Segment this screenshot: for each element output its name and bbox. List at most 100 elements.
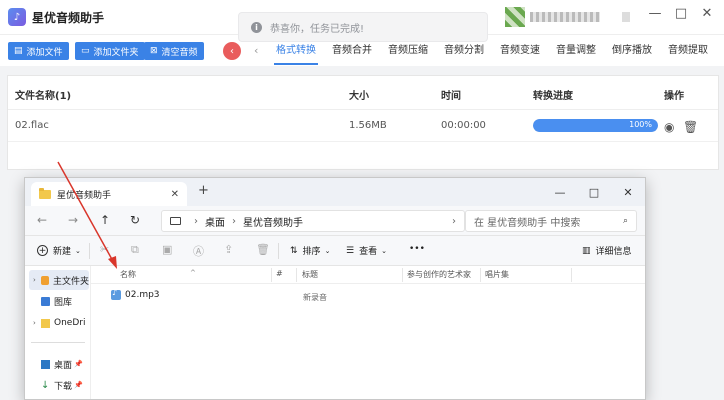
- column-divider[interactable]: [402, 268, 403, 282]
- chevron-right-icon: ›: [33, 319, 36, 327]
- forward-icon[interactable]: →: [68, 213, 78, 227]
- column-divider[interactable]: [571, 268, 572, 282]
- delete-icon[interactable]: 🗑: [256, 243, 270, 256]
- collapse-button[interactable]: ‹: [223, 42, 241, 60]
- search-input[interactable]: 在 星优音频助手 中搜索 ⌕: [465, 210, 637, 232]
- close-button[interactable]: ✕: [611, 178, 645, 206]
- column-divider[interactable]: [480, 268, 481, 282]
- tab-reverse-play[interactable]: 倒序播放: [604, 35, 660, 67]
- progress-label: 100%: [629, 120, 652, 129]
- tab-audio-extract[interactable]: 音频提取: [660, 35, 716, 67]
- up-icon[interactable]: ↑: [100, 213, 110, 227]
- col-title[interactable]: 标题: [302, 269, 318, 280]
- details-pane-icon: ▥: [582, 245, 591, 256]
- command-bar: + 新建 ⌄ ✂ ⧉ ▣ Ⓐ ⇪ 🗑 ⇅ 排序 ⌄ ☰ 查看 ⌄ ••• ▥ 详…: [25, 236, 645, 266]
- search-placeholder: 在 星优音频助手 中搜索: [474, 217, 581, 229]
- refresh-icon[interactable]: ↻: [130, 213, 140, 227]
- divider: [31, 342, 85, 343]
- sort-asc-icon: ^: [190, 269, 196, 277]
- breadcrumb[interactable]: › 桌面 › 星优音频助手 ›: [161, 210, 465, 232]
- file-name: 02.flac: [15, 120, 49, 131]
- close-button[interactable]: ✕: [700, 6, 714, 21]
- pin-icon: 📌: [74, 381, 83, 389]
- new-tab-icon[interactable]: +: [198, 183, 209, 198]
- file-size: 1.56MB: [349, 120, 387, 131]
- progress-fill: 100%: [533, 119, 658, 132]
- maximize-button[interactable]: □: [674, 6, 688, 21]
- file-time: 00:00:00: [441, 120, 486, 131]
- sidebar-item-downloads[interactable]: ↓ 下载 📌: [29, 375, 89, 395]
- explorer-tab[interactable]: 星优音频助手 ✕: [31, 182, 187, 206]
- more-button[interactable]: •••: [409, 244, 425, 254]
- sidebar-item-onedrive[interactable]: › OneDri: [29, 313, 89, 333]
- back-icon[interactable]: ←: [37, 213, 47, 227]
- progress-bar: 100%: [533, 119, 658, 132]
- table-header: 文件名称(1) 大小 时间 转换进度 操作: [8, 76, 718, 110]
- breadcrumb-folder[interactable]: 星优音频助手: [243, 214, 303, 229]
- view-button[interactable]: ☰ 查看 ⌄: [346, 244, 387, 258]
- sort-label: 排序: [302, 247, 321, 257]
- download-icon: ↓: [41, 379, 50, 391]
- minimize-button[interactable]: —: [543, 178, 577, 206]
- info-icon: i: [251, 21, 262, 33]
- col-album[interactable]: 唱片集: [485, 269, 509, 280]
- col-artist[interactable]: 参与创作的艺术家: [407, 269, 471, 280]
- chevron-right-icon: ›: [452, 215, 456, 227]
- sidebar-item-desktop[interactable]: 桌面 📌: [29, 354, 89, 374]
- minimize-button[interactable]: —: [648, 6, 662, 21]
- column-divider[interactable]: [271, 268, 272, 282]
- sidebar-item-label: OneDri: [54, 318, 86, 328]
- sort-icon: ⇅: [290, 245, 298, 256]
- share-icon[interactable]: ⇪: [224, 243, 233, 256]
- breadcrumb-desktop[interactable]: 桌面: [205, 214, 225, 229]
- explorer-body: › 主文件夹 图库 › OneDri 桌面 📌 ↓ 下载 📌 ^ 名称 # 标题…: [25, 266, 645, 399]
- rename-icon[interactable]: Ⓐ: [193, 243, 204, 259]
- column-divider[interactable]: [296, 268, 297, 282]
- eye-icon[interactable]: ◉: [664, 120, 674, 134]
- app-logo-icon: ♪: [8, 8, 26, 26]
- avatar[interactable]: [505, 7, 525, 27]
- sidebar-item-home[interactable]: › 主文件夹: [29, 270, 89, 290]
- monitor-icon: [170, 217, 181, 225]
- cut-icon[interactable]: ✂: [100, 243, 109, 256]
- chevron-down-icon: ⌄: [381, 246, 387, 255]
- sidebar-item-label: 主文件夹: [52, 276, 89, 287]
- clear-audio-button[interactable]: ⊠ 清空音频: [144, 42, 204, 60]
- details-button[interactable]: ▥ 详细信息: [582, 244, 632, 258]
- tab-close-icon[interactable]: ✕: [171, 189, 179, 200]
- add-folder-button[interactable]: ▭ 添加文件夹: [75, 42, 145, 60]
- user-extra-blurred: [622, 12, 630, 22]
- col-number[interactable]: #: [276, 269, 283, 278]
- file-title: 新录音: [303, 293, 327, 302]
- sort-button[interactable]: ⇅ 排序 ⌄: [290, 244, 331, 258]
- tab-audio-speed[interactable]: 音频变速: [492, 35, 548, 67]
- new-button[interactable]: + 新建 ⌄: [37, 244, 81, 257]
- folder-icon: ▭: [81, 46, 90, 56]
- copy-icon[interactable]: ⧉: [131, 243, 139, 257]
- view-icon: ☰: [346, 245, 355, 256]
- tab-volume-adjust[interactable]: 音量调整: [548, 35, 604, 67]
- address-bar: ← → ↑ ↻ › 桌面 › 星优音频助手 › 在 星优音频助手 中搜索 ⌕: [25, 206, 645, 236]
- sidebar-item-label: 桌面: [54, 360, 73, 371]
- tabs-prev-icon[interactable]: ‹: [254, 44, 258, 57]
- divider: [89, 243, 90, 259]
- app-window-controls: — □ ✕: [648, 6, 714, 21]
- col-name: 文件名称(1): [15, 91, 72, 102]
- paste-icon[interactable]: ▣: [162, 243, 172, 256]
- sidebar-item-gallery[interactable]: 图库: [29, 291, 89, 311]
- toast-message: 恭喜你，任务已完成!: [270, 23, 365, 35]
- folder-icon: [41, 318, 50, 328]
- col-time: 时间: [441, 91, 461, 102]
- add-file-button[interactable]: ▤ 添加文件: [8, 42, 69, 60]
- explorer-window-controls: — □ ✕: [543, 178, 645, 206]
- file-list-header: ^ 名称 # 标题 参与创作的艺术家 唱片集: [91, 266, 645, 284]
- col-name[interactable]: 名称: [120, 269, 136, 280]
- trash-icon[interactable]: 🗑: [683, 120, 698, 134]
- table-row[interactable]: 02.flac 1.56MB 00:00:00 100% ◉ 🗑: [8, 110, 718, 142]
- chevron-down-icon: ⌄: [324, 246, 331, 255]
- explorer-tab-title: 星优音频助手: [57, 190, 112, 201]
- folder-icon: [39, 187, 51, 199]
- maximize-button[interactable]: □: [577, 178, 611, 206]
- col-progress: 转换进度: [533, 91, 573, 102]
- list-item[interactable]: 02.mp3: [111, 288, 160, 300]
